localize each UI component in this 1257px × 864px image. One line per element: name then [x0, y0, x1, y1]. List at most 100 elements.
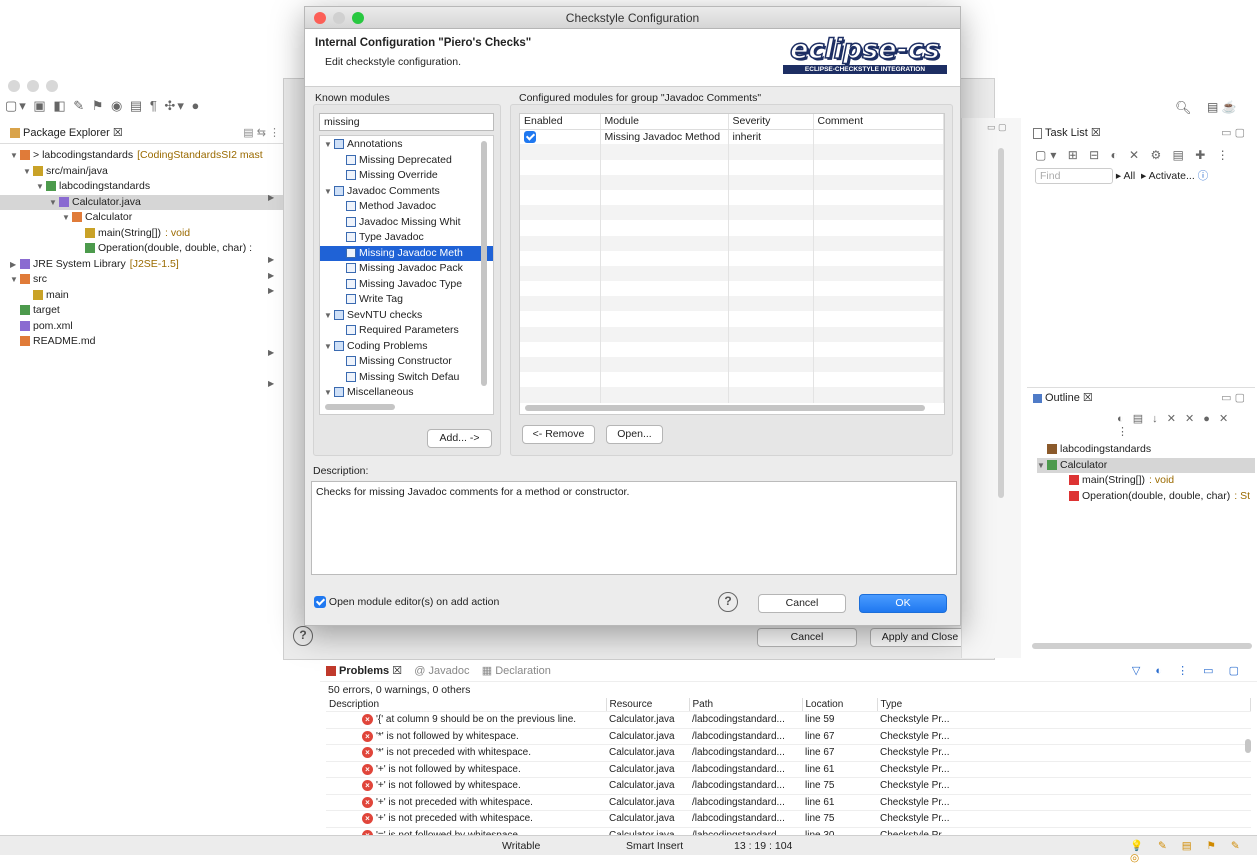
module-item[interactable]: Missing Javadoc Meth	[320, 245, 493, 261]
package-explorer-tab[interactable]: Package Explorer ☒ ▤ ⇆ ⋮	[0, 122, 290, 144]
module-item[interactable]: Missing Constructor	[324, 354, 493, 370]
task-list-toolbar[interactable]: ▢▾ ⊞ ⊟ ◐ ✕ ⚙ ▤ ✚ ⋮	[1027, 144, 1255, 166]
module-item[interactable]: Missing Javadoc Type	[324, 277, 493, 293]
expand-arrow-icon[interactable]: ▼	[324, 308, 334, 324]
help-icon[interactable]: ?	[293, 626, 313, 646]
expand-arrow-icon[interactable]: ▼	[1037, 458, 1047, 474]
close-window-button[interactable]	[8, 80, 20, 92]
modules-hscrollbar[interactable]	[325, 404, 395, 410]
table-hscrollbar[interactable]	[525, 405, 925, 411]
problems-tabs[interactable]: Problems ☒ @ Javadoc ▦ Declaration ▽ ◐ ⋮…	[320, 660, 1257, 682]
table-row[interactable]	[520, 144, 944, 160]
zoom-window-button[interactable]	[46, 80, 58, 92]
dialog-cancel-button[interactable]: Cancel	[758, 594, 846, 613]
editor-min-max-icons[interactable]: ▭ ▢	[987, 122, 1007, 133]
help-icon[interactable]: ?	[718, 592, 738, 612]
expand-arrow-icon[interactable]: ▼	[62, 210, 72, 226]
table-row[interactable]	[520, 250, 944, 266]
tab-declaration[interactable]: Declaration	[495, 665, 551, 677]
outline-item[interactable]: labcodingstandards	[1037, 442, 1255, 458]
outline-item[interactable]: main(String[]): void	[1037, 473, 1255, 489]
remove-module-button[interactable]: <- Remove	[522, 425, 595, 444]
module-item[interactable]: Type Javadoc	[324, 230, 493, 246]
add-module-button[interactable]: Add... ->	[427, 429, 492, 448]
module-group[interactable]: ▼ Miscellaneous	[324, 385, 493, 401]
expand-arrow-icon[interactable]: ▼	[324, 137, 334, 153]
tab-javadoc[interactable]: Javadoc	[429, 665, 470, 677]
outline-item[interactable]: ▼ Calculator	[1037, 457, 1255, 474]
problems-column-header[interactable]: Path	[689, 698, 803, 712]
view-min-max-icons[interactable]: ▭ ▢	[1221, 388, 1245, 408]
problem-row[interactable]: × '+' is not followed by whitespace. Calcu…	[326, 777, 1251, 795]
close-dialog-button[interactable]	[314, 12, 326, 24]
open-editor-checkbox[interactable]: Open module editor(s) on add action	[314, 596, 499, 609]
module-item[interactable]: Required Parameters	[324, 323, 493, 339]
tree-item[interactable]: Operation(double, double, char) :	[10, 241, 292, 257]
editor-scrollbar[interactable]	[998, 148, 1004, 498]
open-module-button[interactable]: Open...	[606, 425, 663, 444]
tree-item[interactable]: main(String[]): void	[10, 226, 292, 242]
enabled-checkbox[interactable]	[524, 131, 536, 144]
outline-item[interactable]: Operation(double, double, char): St	[1037, 489, 1255, 505]
table-row[interactable]	[520, 357, 944, 373]
tree-item[interactable]: ▼ Calculator.java	[0, 194, 292, 210]
expand-arrow-icon[interactable]: ▼	[10, 272, 20, 288]
tree-item[interactable]: pom.xml	[10, 319, 292, 335]
module-item[interactable]: Method Javadoc	[324, 199, 493, 215]
table-row[interactable]	[520, 387, 944, 403]
main-toolbar[interactable]: ▢▾ ▣ ◧ ✎ ⚑ ◉ ▤ ¶ ✣▾ ●	[5, 98, 285, 120]
module-item[interactable]: Missing Switch Defau	[324, 370, 493, 386]
problem-row[interactable]: × '+' is not followed by whitespace. Calcu…	[326, 761, 1251, 778]
module-item[interactable]: Write Tag	[324, 292, 493, 308]
module-group[interactable]: ▼ Annotations	[324, 137, 493, 153]
outline-toolbar[interactable]: ◐ ▤ ↓ ✕ ✕ ● ✕ ⋮	[1027, 408, 1255, 442]
problems-toolbar[interactable]: ▽ ◐ ⋮ ▭ ▢	[1132, 660, 1245, 682]
perspective-icons[interactable]: ▤ ☕	[1207, 100, 1237, 114]
column-header[interactable]: Module	[600, 114, 729, 130]
dialog-ok-button[interactable]: OK	[859, 594, 947, 613]
column-header[interactable]: Comment	[813, 114, 944, 130]
expand-arrow-icon[interactable]: ▼	[10, 148, 20, 164]
module-group[interactable]: ▼ Javadoc Comments	[324, 184, 493, 200]
table-row[interactable]	[520, 281, 944, 297]
expand-arrow-icon[interactable]: ▼	[324, 339, 334, 355]
column-header[interactable]: Enabled	[520, 114, 601, 130]
dialog-titlebar[interactable]: Checkstyle Configuration	[305, 7, 960, 29]
configured-modules-table[interactable]: Enabled Module Severity Comment Missing Java…	[519, 113, 945, 415]
table-row[interactable]	[520, 326, 944, 342]
column-header[interactable]: Severity	[728, 114, 814, 130]
table-row[interactable]	[520, 341, 944, 357]
tree-item[interactable]: main	[10, 288, 292, 304]
module-group[interactable]: ▼ Coding Problems	[324, 339, 493, 355]
help-icon[interactable]: ⓘ	[1198, 170, 1209, 182]
problems-column-header[interactable]: Description	[326, 698, 607, 712]
table-row[interactable]	[520, 174, 944, 190]
problem-row[interactable]: × '*' is not preceded with whitespace. Cal…	[326, 744, 1251, 762]
table-row[interactable]	[520, 205, 944, 221]
outline-tree[interactable]: labcodingstandards ▼ Calculator main(String…	[1027, 442, 1255, 504]
activate-link[interactable]: Activate...	[1149, 170, 1195, 182]
module-item[interactable]: Missing Override	[324, 168, 493, 184]
module-filter-input[interactable]: missing	[319, 113, 494, 131]
minimize-window-button[interactable]	[27, 80, 39, 92]
problems-table[interactable]: Description Resource Path Location Type × '{' …	[326, 698, 1251, 844]
problems-column-header[interactable]: Resource	[606, 698, 690, 712]
tree-item[interactable]: ▼ labcodingstandards	[10, 179, 292, 195]
modules-vscrollbar[interactable]	[481, 141, 487, 386]
table-row[interactable]	[520, 265, 944, 282]
problems-scrollbar[interactable]	[1245, 739, 1251, 753]
problems-column-header[interactable]: Type	[877, 698, 1251, 712]
table-row[interactable]	[520, 189, 944, 206]
task-find-input[interactable]: Find	[1035, 168, 1113, 184]
table-row[interactable]: Missing Javadoc Method inherit	[520, 129, 944, 145]
problem-row[interactable]: × '*' is not followed by whitespace. Calcu…	[326, 728, 1251, 745]
module-item[interactable]: Missing Javadoc Pack	[324, 261, 493, 277]
search-icon[interactable]: 🔍︎	[1175, 100, 1192, 116]
expand-arrow-icon[interactable]: ▼	[324, 184, 334, 200]
module-item[interactable]: Javadoc Missing Whit	[324, 215, 493, 231]
table-row[interactable]	[520, 220, 944, 236]
expand-arrow-icon[interactable]: ▶	[10, 257, 20, 273]
module-group[interactable]: ▼ SevNTU checks	[324, 308, 493, 324]
zoom-dialog-button[interactable]	[352, 12, 364, 24]
package-explorer-tree[interactable]: ▼ > labcodingstandards [CodingStandardsSI2…	[0, 148, 292, 350]
